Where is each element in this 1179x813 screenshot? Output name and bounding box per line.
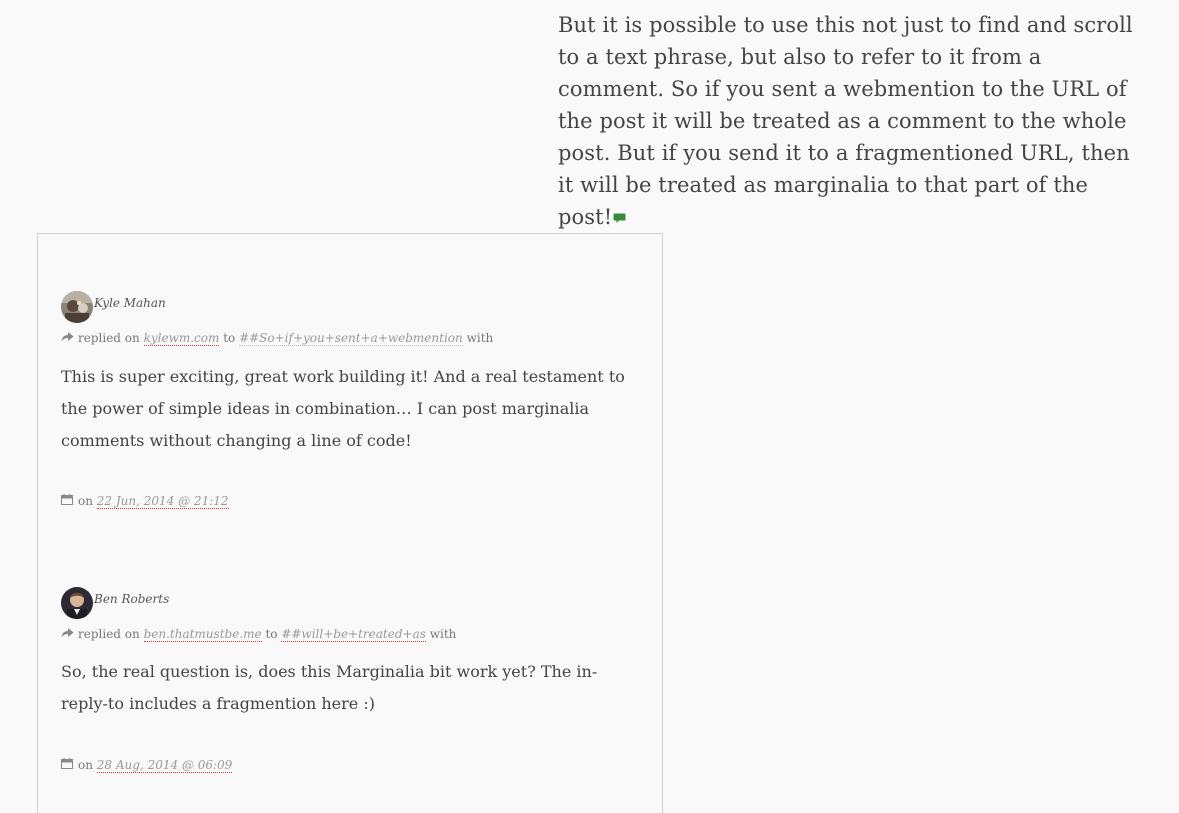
- fragment-link[interactable]: ##So+if+you+sent+a+webmention: [239, 331, 463, 346]
- date-link[interactable]: 28 Aug, 2014 @ 06:09: [96, 758, 233, 773]
- calendar-icon: [61, 757, 73, 772]
- comment-author: Ben Roberts: [61, 587, 641, 619]
- to-text: to: [265, 627, 278, 641]
- to-text: to: [223, 331, 236, 345]
- date-link[interactable]: 22 Jun, 2014 @ 21:12: [96, 494, 229, 509]
- reply-meta: replied on ben.thatmustbe.me to ##will+b…: [61, 627, 457, 642]
- avatar[interactable]: [61, 291, 93, 323]
- with-text: with: [429, 627, 457, 641]
- site-link[interactable]: ben.thatmustbe.me: [143, 627, 262, 642]
- comments-section: Kyle Mahan replied on kylewm.com to ##So…: [37, 233, 663, 813]
- comment-item: Kyle Mahan replied on kylewm.com to ##So…: [61, 291, 641, 509]
- fragment-link[interactable]: ##will+be+treated+as: [281, 627, 426, 642]
- reply-arrow-icon: [61, 331, 74, 345]
- comment-body: This is super exciting, great work build…: [61, 367, 625, 450]
- action-text: replied on: [78, 627, 140, 641]
- on-text: on: [78, 758, 93, 772]
- comment-item: Ben Roberts replied on ben.thatmustbe.me…: [61, 587, 641, 773]
- speech-bubble-icon[interactable]: [613, 201, 626, 233]
- reply-arrow-icon: [61, 627, 74, 641]
- avatar[interactable]: [61, 587, 93, 619]
- author-name[interactable]: Kyle Mahan: [94, 296, 166, 310]
- on-text: on: [78, 494, 93, 508]
- comment-date-row: on 22 Jun, 2014 @ 21:12: [61, 493, 229, 509]
- comment-author: Kyle Mahan: [61, 291, 641, 323]
- site-link[interactable]: kylewm.com: [143, 331, 220, 346]
- calendar-icon: [61, 493, 73, 508]
- reply-meta: replied on kylewm.com to ##So+if+you+sen…: [61, 331, 494, 346]
- author-name[interactable]: Ben Roberts: [94, 592, 169, 606]
- comment-body: So, the real question is, does this Marg…: [61, 662, 598, 713]
- with-text: with: [466, 331, 494, 345]
- article-paragraph: But it is possible to use this not just …: [558, 9, 1138, 233]
- article-paragraph-text: But it is possible to use this not just …: [558, 13, 1133, 229]
- action-text: replied on: [78, 331, 140, 345]
- comment-date-row: on 28 Aug, 2014 @ 06:09: [61, 757, 233, 773]
